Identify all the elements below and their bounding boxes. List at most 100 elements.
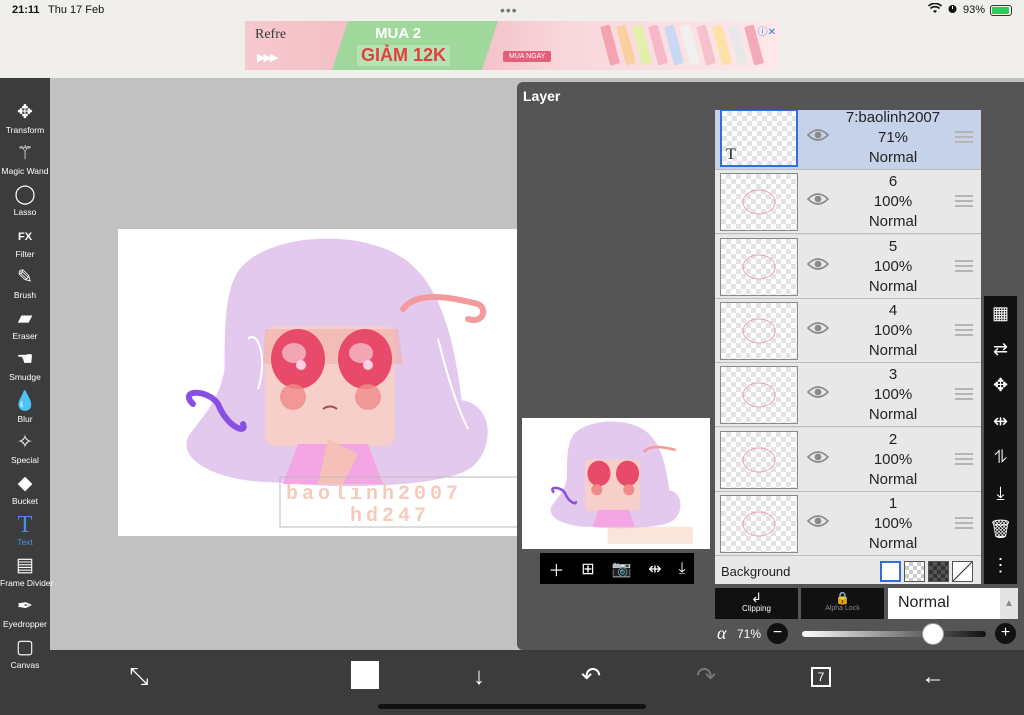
drag-handle-icon[interactable]	[955, 259, 973, 272]
undo-icon[interactable]: ↶	[576, 662, 606, 692]
blend-mode-select[interactable]: Normal	[888, 588, 1000, 619]
home-indicator[interactable]	[378, 704, 646, 709]
tool-eraser[interactable]: ▰ Eraser	[0, 308, 50, 341]
flip-layer-vertical-icon[interactable]: ⥮	[984, 442, 1017, 472]
drag-handle-icon[interactable]	[955, 195, 973, 208]
status-right: 93%	[927, 2, 1012, 17]
back-arrow-icon[interactable]: ←	[918, 662, 948, 692]
artboard[interactable]: baolinh2007 hd247	[118, 229, 558, 536]
opacity-controls: α 71% − +	[715, 622, 1024, 646]
merge-down-icon[interactable]: ⤓	[984, 478, 1017, 508]
layer-blend: Normal	[868, 470, 918, 488]
tool-label: Transform	[5, 125, 45, 135]
multitask-dots-icon[interactable]: •••	[500, 2, 518, 18]
tool-label: Eraser	[12, 331, 38, 341]
layer-row[interactable]: 2 100% Normal	[715, 427, 981, 492]
alpha-lock-button[interactable]: 🔒 Alpha Lock	[801, 588, 884, 619]
add-layer-icon[interactable]: ＋	[548, 557, 564, 581]
visibility-eye-icon[interactable]	[806, 384, 830, 406]
drag-handle-icon[interactable]	[955, 131, 973, 143]
layer-preview	[522, 418, 710, 549]
visibility-eye-icon[interactable]	[806, 191, 830, 213]
redo-icon[interactable]: ↷	[691, 662, 721, 692]
layer-row[interactable]: T 7:baolinh2007 71% Normal	[715, 110, 981, 170]
flip-layer-horizontal-icon[interactable]: ⇹	[984, 406, 1017, 436]
opacity-increase-button[interactable]: +	[995, 623, 1016, 644]
ad-close-icon[interactable]: ⓘ✕	[758, 23, 776, 38]
drag-handle-icon[interactable]	[955, 323, 973, 336]
checkerboard-icon[interactable]: ▦	[984, 298, 1017, 328]
ad-banner[interactable]: Refre ▶▶▶ MUA 2 GIẢM 12K MUA NGAY ⓘ✕	[245, 21, 780, 70]
layer-thumbnail[interactable]	[720, 366, 798, 425]
drag-handle-icon[interactable]	[955, 388, 973, 401]
tool-bucket[interactable]: ◆ Bucket	[0, 473, 50, 506]
tool-filter[interactable]: FX Filter	[0, 226, 50, 259]
layer-info: 1 100% Normal	[833, 494, 953, 554]
tool-canvas[interactable]: ▢ Canvas	[0, 637, 50, 670]
move-layer-icon[interactable]: ⇄	[984, 334, 1017, 364]
tool-eyedropper[interactable]: ✒ Eyedropper	[0, 596, 50, 629]
flip-horizontal-icon[interactable]: ⇹	[648, 559, 661, 579]
arrow-down-icon[interactable]: ↓	[464, 662, 494, 692]
background-layer-row[interactable]: Background	[715, 556, 981, 584]
tool-transform[interactable]: ✥ Transform	[0, 102, 50, 135]
artwork-drawing: baolinh2007 hd247	[183, 235, 531, 528]
background-checker-swatch[interactable]	[904, 561, 925, 582]
background-none-swatch[interactable]	[952, 561, 973, 582]
tool-brush[interactable]: ✎ Brush	[0, 267, 50, 300]
ad-cta-button[interactable]: MUA NGAY	[503, 51, 552, 62]
tool-special[interactable]: ✧ Special	[0, 432, 50, 465]
blend-mode-arrow-icon[interactable]: ▲	[1000, 588, 1018, 619]
flip-vertical-icon[interactable]: ⤓	[678, 560, 685, 578]
layer-thumbnail[interactable]	[720, 301, 798, 360]
tool-magic-wand[interactable]: ⚚ Magic Wand	[0, 143, 50, 176]
visibility-eye-icon[interactable]	[806, 256, 830, 278]
layer-name: 2	[888, 430, 898, 448]
delete-layer-icon[interactable]: 🗑	[984, 514, 1017, 544]
layer-row[interactable]: 6 100% Normal	[715, 170, 981, 235]
brush-icon: ✎	[17, 267, 33, 288]
layer-count-badge: 7	[811, 667, 831, 687]
tool-label: Canvas	[10, 660, 40, 670]
ad-product-image	[599, 24, 765, 66]
visibility-eye-icon[interactable]	[806, 127, 830, 149]
more-options-icon[interactable]: ⋮	[984, 550, 1017, 580]
drag-handle-icon[interactable]	[955, 452, 973, 465]
clipping-button[interactable]: ↲ Clipping	[715, 588, 798, 619]
opacity-slider[interactable]	[802, 631, 986, 637]
opacity-slider-knob[interactable]	[921, 623, 944, 645]
background-white-swatch[interactable]	[880, 561, 901, 582]
tool-frame-divider[interactable]: ▤ Frame Divider	[0, 555, 53, 588]
tool-label: Bucket	[12, 496, 38, 506]
layer-blend: Normal	[868, 277, 918, 295]
visibility-eye-icon[interactable]	[806, 449, 830, 471]
opacity-decrease-button[interactable]: −	[767, 623, 788, 644]
tool-text[interactable]: T Text	[0, 513, 50, 547]
layer-row[interactable]: 5 100% Normal	[715, 234, 981, 299]
transform-layer-icon[interactable]: ✥	[984, 370, 1017, 400]
tool-smudge[interactable]: ☚ Smudge	[0, 349, 50, 382]
layer-thumbnail[interactable]	[720, 237, 798, 296]
camera-icon[interactable]: 📷	[611, 559, 631, 579]
visibility-eye-icon[interactable]	[806, 320, 830, 342]
layers-button[interactable]: 7	[806, 662, 836, 692]
battery-percent: 93%	[962, 4, 985, 16]
tool-lasso[interactable]: ◯ Lasso	[0, 184, 50, 217]
clipping-label: Clipping	[742, 604, 771, 613]
background-dark-swatch[interactable]	[928, 561, 949, 582]
tool-blur[interactable]: 💧 Blur	[0, 391, 50, 424]
layer-thumbnail[interactable]	[720, 494, 798, 553]
quick-menu-icon[interactable]: ⤡	[124, 662, 154, 692]
layer-thumbnail[interactable]: T	[720, 110, 798, 167]
layer-row[interactable]: 3 100% Normal	[715, 363, 981, 428]
layer-row[interactable]: 1 100% Normal	[715, 491, 981, 556]
add-layer-copy-icon[interactable]: ⊞	[581, 559, 594, 579]
color-swatch[interactable]	[351, 661, 379, 689]
drag-handle-icon[interactable]	[955, 516, 973, 529]
layer-thumbnail[interactable]	[720, 173, 798, 232]
status-date: Thu 17 Feb	[48, 4, 105, 16]
frame-divider-icon: ▤	[16, 555, 34, 576]
layer-thumbnail[interactable]	[720, 430, 798, 489]
layer-row[interactable]: 4 100% Normal	[715, 298, 981, 363]
visibility-eye-icon[interactable]	[806, 513, 830, 535]
